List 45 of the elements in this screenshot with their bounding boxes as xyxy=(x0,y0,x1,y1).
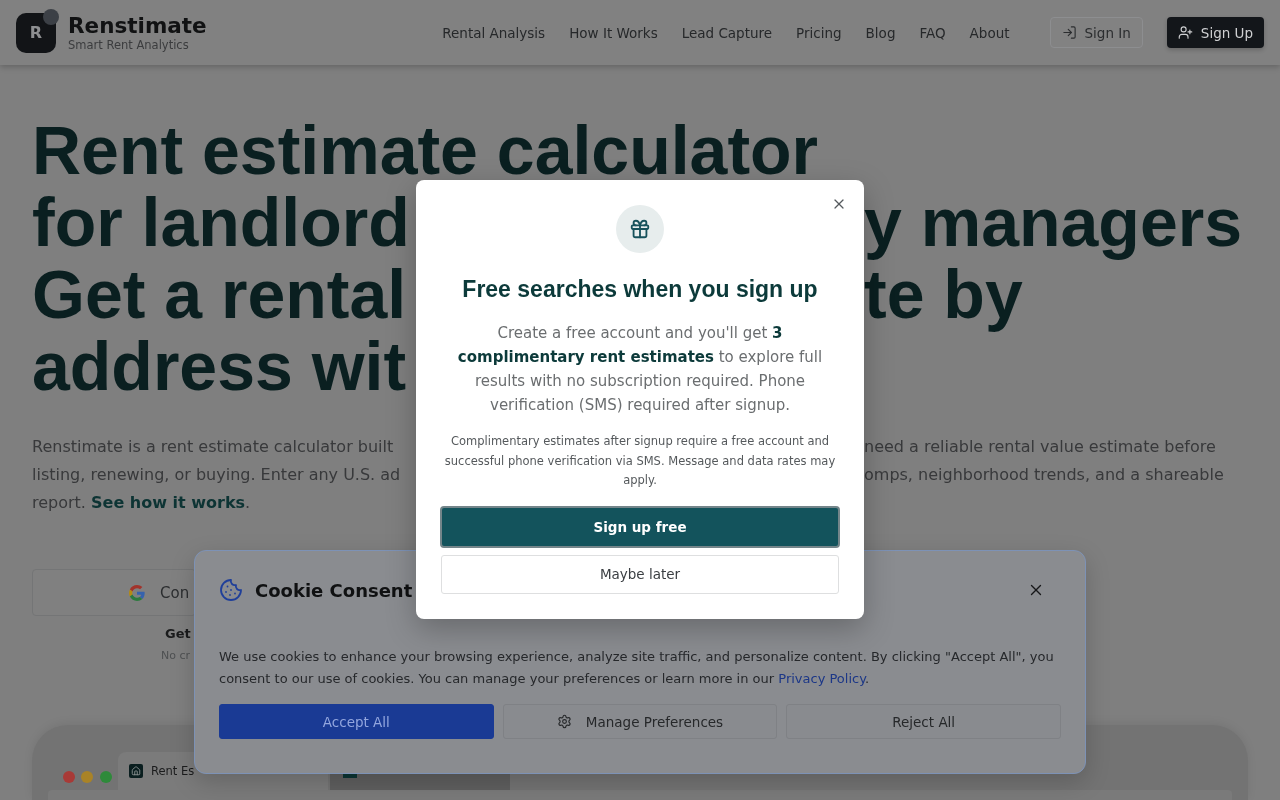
headline-text: for landlord xyxy=(32,186,410,258)
nav-link[interactable]: Rental Analysis xyxy=(442,24,546,41)
brand-tagline: Smart Rent Analytics xyxy=(68,38,190,52)
status-dot-icon xyxy=(43,8,59,25)
intro-text: need a reliable rental value estimate before xyxy=(864,436,1216,458)
how-it-works-link[interactable]: See how it works xyxy=(91,493,246,512)
dialog-title: Free searches when you sign up xyxy=(462,275,818,304)
login-icon xyxy=(1061,25,1077,40)
sign-up-button[interactable]: Sign Up xyxy=(1166,17,1264,48)
nav-link[interactable]: Blog xyxy=(865,24,896,41)
headline-text: address wit xyxy=(32,330,407,402)
google-sign-in-button[interactable]: Con xyxy=(32,569,196,616)
window-controls-icon xyxy=(63,771,112,783)
gift-icon xyxy=(616,205,664,253)
nav-link[interactable]: Pricing xyxy=(796,24,842,41)
cta-heading: Get xyxy=(165,625,191,643)
intro-text: report. See how it works. xyxy=(32,492,251,514)
headline-text: y managers xyxy=(864,186,1242,258)
cookie-button[interactable]: Manage Preferences xyxy=(502,704,778,739)
house-icon xyxy=(129,764,143,778)
intro-text: Renstimate is a rent estimate calculator built xyxy=(32,436,394,458)
dialog-text: Create a free account and you'll get 3 complimentary rent estimates to explore full results with no subscription required. Phone verification (SMS) required after signup. xyxy=(456,323,824,416)
cookie-icon xyxy=(219,578,243,602)
nav-link[interactable]: How It Works xyxy=(569,24,658,41)
maybe-later-button[interactable]: Maybe later xyxy=(441,554,839,594)
intro-text: listing, renewing, or buying. Enter any U.S. ad xyxy=(32,464,401,486)
dialog-fine-print: Complimentary estimates after signup require a free account and successful phone verification via SMS. Message and data rates may apply. xyxy=(443,433,837,489)
cookie-button[interactable]: Accept All xyxy=(219,704,494,739)
google-icon xyxy=(129,584,145,601)
sign-up-free-button[interactable]: Sign up free xyxy=(440,505,840,548)
tab-label: Rent Es xyxy=(151,764,195,778)
tab-icon xyxy=(343,774,357,778)
cookie-title: Cookie Consent xyxy=(255,579,413,601)
intro-text: omps, neighborhood trends, and a shareable xyxy=(864,464,1224,486)
nav-link[interactable]: Lead Capture xyxy=(681,24,773,41)
brand-name: Renstimate xyxy=(68,13,207,38)
headline-text: Get a rental xyxy=(32,258,407,330)
user-plus-icon xyxy=(1177,25,1193,40)
nav-link[interactable]: FAQ xyxy=(919,24,946,41)
headline-text: Rent estimate calculator xyxy=(32,114,819,186)
cookie-text: We use cookies to enhance your browsing experience, analyze site traffic, and personalize content. By clicking "Accept All", you consent to our use of cookies. You can manage your preferences or learn more in our Privacy Policy. xyxy=(219,648,1055,688)
sign-in-button[interactable]: Sign In xyxy=(1049,17,1143,48)
cookie-button[interactable]: Reject All xyxy=(786,704,1061,739)
settings-icon xyxy=(556,714,572,729)
nav-link[interactable]: About xyxy=(969,24,1010,41)
